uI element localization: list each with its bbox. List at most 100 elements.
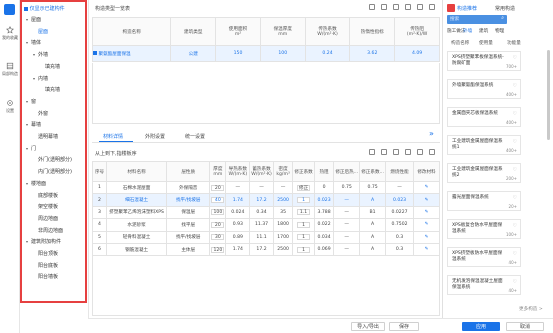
import-export-button[interactable]: 导入/导出 (351, 322, 385, 331)
tree-item[interactable]: ▾ 窗 (26, 99, 36, 105)
input-cell[interactable]: 20 (209, 218, 227, 232)
factor-input[interactable]: 1 (297, 197, 311, 204)
import-icon[interactable] (393, 4, 399, 10)
input-cell[interactable]: 30 (209, 230, 227, 244)
edit-icon[interactable]: ✎ (425, 185, 429, 190)
tree-item[interactable]: ▾ 楼地面 (26, 181, 46, 187)
tree-item[interactable]: 非周边地面 (33, 228, 63, 234)
favorite-icon[interactable]: ♡ (513, 279, 517, 285)
tree-item[interactable]: ▾ 门 (26, 146, 36, 152)
add-icon[interactable] (369, 4, 375, 10)
edit-material-cell[interactable]: ✎ (413, 193, 440, 207)
maximize-icon[interactable] (429, 149, 435, 155)
tab-recommend[interactable]: 构造推荐 (457, 5, 477, 12)
filter-tab[interactable]: 建筑 (479, 28, 488, 34)
construct-card[interactable]: XPS挤塑板防水平屋面保温系统 ♡ 40+ (447, 247, 521, 267)
tree-item[interactable]: ▾ 墙体 (26, 40, 41, 46)
tree-item[interactable]: 外门(透明部分) (33, 157, 72, 163)
scrollbar[interactable] (547, 50, 550, 140)
thickness-input[interactable]: 120 (211, 246, 225, 253)
rail-item-settings[interactable]: 设置 (2, 99, 18, 113)
layer-type-select[interactable]: 保温层 (166, 205, 211, 220)
factor-input[interactable]: 1 (297, 221, 311, 228)
layer-type-select[interactable]: 找平/找坡层 (166, 230, 211, 244)
construct-card[interactable]: 工业建筑金属屋面保温系统2 ♡ 200+ (447, 163, 521, 183)
edit-material-cell[interactable]: ✎ (413, 230, 440, 244)
construct-card[interactable]: 露光屋面保温系统 ♡ 20+ (447, 191, 521, 211)
tree-item[interactable]: 透明幕墙 (33, 134, 58, 140)
table-row[interactable]: 5 轻骨料混凝土 找平/找坡层 30 0.89 11.1 1700 1 0.034— A 0.3 ✎ (91, 230, 440, 244)
delete-icon[interactable] (417, 4, 423, 10)
thickness-input[interactable]: 30 (211, 234, 225, 241)
tree-item[interactable]: ▾ 内墙 (33, 76, 48, 82)
export-icon[interactable] (405, 4, 411, 10)
thickness-input[interactable]: 40 (211, 197, 225, 204)
favorite-icon[interactable]: ♡ (513, 195, 517, 201)
sort-option[interactable]: 使用量 (479, 40, 493, 46)
construct-card[interactable]: 外墙聚氨酯保温系统 ♡ 400+ (447, 79, 521, 99)
construct-card[interactable]: 无机发泡保温混凝土屋面保温系统 ♡ 40+ (447, 275, 521, 295)
input-cell[interactable]: 1 (292, 230, 315, 244)
table-row[interactable]: 2 细石混凝土 找平/找坡层 40 1.74 17.2 2500 1 0.023— A 0.023 ✎ (91, 193, 440, 207)
copy-icon[interactable] (381, 4, 387, 10)
edit-material-cell[interactable]: ✎ (413, 242, 440, 257)
filter-tab[interactable]: 外墙 (463, 28, 472, 34)
edit-icon[interactable]: ✎ (425, 222, 429, 227)
tree-item[interactable]: 填充墙 (40, 87, 60, 93)
tree-item[interactable]: 内门(透明部分) (33, 169, 72, 175)
tree-item[interactable]: 阳台顶板 (33, 251, 58, 257)
input-cell[interactable]: 1.1 (292, 205, 315, 220)
filter-tab[interactable]: 物理 (495, 28, 504, 34)
tree-item[interactable]: ▾ 幕墙 (26, 122, 41, 128)
edit-material-cell[interactable]: ✎ (413, 218, 440, 232)
tree-item[interactable]: 周边地面 (33, 216, 58, 222)
construct-card[interactable]: 工业建筑金属屋面保温系统1 ♡ 400+ (447, 135, 521, 155)
edit-material-cell[interactable]: ✎ (413, 180, 440, 195)
tab-material-detail[interactable]: 材料详情 (103, 133, 123, 140)
rail-item-favorites[interactable]: 我的收藏 (2, 26, 18, 40)
save-button[interactable]: 保存 (389, 322, 419, 331)
edit-icon[interactable]: ✎ (425, 210, 429, 215)
thickness-input[interactable]: 20 (211, 184, 225, 191)
tab-external-settings[interactable]: 外附设置 (145, 133, 165, 140)
input-cell[interactable]: 100 (209, 205, 227, 220)
construct-name-cell[interactable]: 聚氨酯屋面保温 (91, 45, 172, 62)
layer-type-select[interactable]: 主体层 (166, 242, 211, 257)
more-link[interactable]: 更多构造 > (519, 306, 543, 312)
thickness-input[interactable]: 20 (211, 221, 225, 228)
layer-type-select[interactable]: 外保隔音 (166, 180, 211, 195)
add-layer-icon[interactable] (369, 149, 375, 155)
sort-option[interactable]: 功能量 (507, 40, 521, 46)
tree-item[interactable]: 阳台墙板 (33, 274, 58, 280)
search-input[interactable]: 搜索 ⌕ (447, 15, 507, 24)
show-built-toggle[interactable]: 仅显示已建构件 (24, 6, 65, 12)
layer-type-select[interactable]: 找平/找坡层 (166, 193, 211, 207)
tree-item[interactable]: 阳台底板 (33, 263, 58, 269)
factor-input[interactable]: 1.1 (297, 209, 311, 216)
tree-item[interactable]: 屋面 (33, 29, 48, 35)
edit-icon[interactable]: ✎ (425, 198, 429, 203)
move-up-icon[interactable] (393, 149, 399, 155)
factor-input[interactable]: 1 (297, 234, 311, 241)
edit-icon[interactable]: ✎ (425, 235, 429, 240)
checkbox-icon[interactable] (24, 6, 28, 11)
search-icon[interactable]: ⌕ (501, 15, 504, 21)
table-row[interactable]: 3 挤塑聚苯乙烯泡沫塑料XPS 保温层 100 0.024 0.34 35 1.1 3.788—… (91, 205, 440, 220)
input-cell[interactable]: 修正 (292, 180, 315, 195)
factor-input[interactable]: 修正 (297, 184, 311, 191)
rail-item-local-construct[interactable]: 局部构造 (2, 62, 18, 76)
tab-common[interactable]: 常用构造 (495, 5, 515, 12)
layer-type-select[interactable]: 找平层 (166, 218, 211, 232)
sort-option[interactable]: 构造名称 (451, 40, 469, 46)
tree-item[interactable]: 外窗 (33, 111, 48, 117)
thickness-input[interactable]: 100 (211, 209, 225, 216)
edit-material-cell[interactable]: ✎ (413, 205, 440, 220)
tree-item[interactable]: ▾ 外墙 (33, 52, 48, 58)
construct-card[interactable]: XPS挤塑聚苯板保温系统-防腐矿面 ♡ 700+ (447, 51, 521, 71)
favorite-icon[interactable]: ♡ (513, 139, 517, 145)
favorite-icon[interactable]: ♡ (513, 83, 517, 89)
delete-layer-icon[interactable] (381, 149, 387, 155)
favorite-icon[interactable]: ♡ (513, 251, 517, 257)
move-down-icon[interactable] (405, 149, 411, 155)
cancel-button[interactable]: 取消 (506, 322, 544, 331)
